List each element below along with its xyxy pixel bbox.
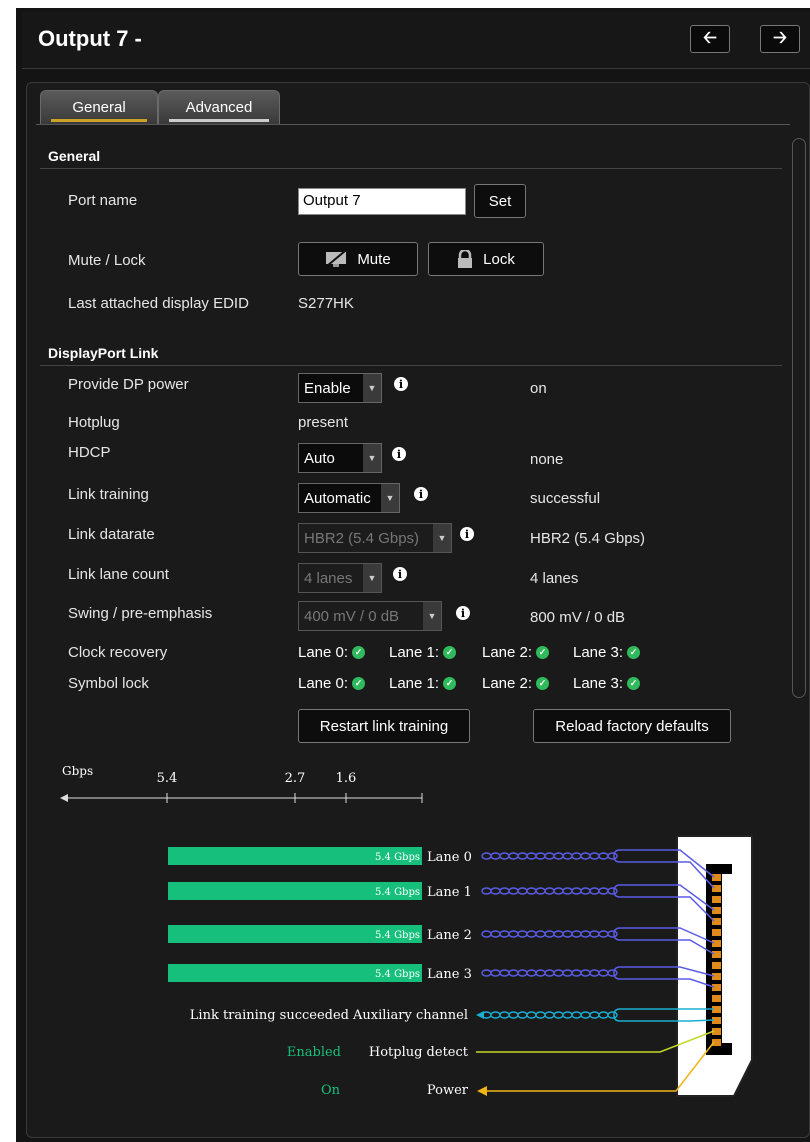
- tab-underline: [169, 119, 269, 122]
- lane-count-select[interactable]: 4 lanes ▼: [298, 563, 382, 593]
- chevron-down-icon: ▼: [363, 564, 381, 592]
- port-name-label: Port name: [68, 192, 138, 209]
- mute-button[interactable]: Mute: [298, 242, 418, 276]
- lock-label: Lock: [483, 250, 515, 268]
- hdcp-label: HDCP: [68, 444, 111, 461]
- info-icon[interactable]: i: [392, 447, 406, 461]
- link-training-label: Link training: [68, 486, 149, 503]
- hotplug-value: present: [298, 414, 349, 431]
- edid-label: Last attached display EDID: [68, 295, 249, 312]
- swing-status: 800 mV / 0 dB: [530, 609, 626, 626]
- swing-label: Swing / pre-emphasis: [68, 605, 213, 622]
- set-button[interactable]: Set: [474, 184, 526, 218]
- section-title-general: General: [48, 148, 101, 164]
- check-icon: ✓: [352, 646, 366, 659]
- mute-lock-label: Mute / Lock: [68, 252, 146, 269]
- lane-count-status: 4 lanes: [530, 570, 579, 587]
- check-icon: ✓: [536, 646, 550, 659]
- reload-factory-defaults-button[interactable]: Reload factory defaults: [533, 709, 731, 743]
- symbol-lock-label: Symbol lock: [68, 675, 149, 692]
- tab-general[interactable]: General: [40, 90, 158, 124]
- link-datarate-label: Link datarate: [68, 526, 155, 543]
- hdcp-status: none: [530, 451, 564, 468]
- info-icon[interactable]: i: [393, 567, 407, 581]
- symbol-lane-1: Lane 1: ✓: [389, 675, 457, 692]
- edid-value: S277HK: [298, 295, 354, 312]
- select-value: Auto: [304, 449, 335, 467]
- symbol-lane-0: Lane 0: ✓: [298, 675, 366, 692]
- restart-link-training-button[interactable]: Restart link training: [298, 709, 470, 743]
- tab-label: General: [72, 99, 126, 116]
- info-icon[interactable]: i: [456, 606, 470, 620]
- clock-lane-0: Lane 0: ✓: [298, 644, 366, 661]
- select-value: 4 lanes: [304, 569, 353, 587]
- link-datarate-status: HBR2 (5.4 Gbps): [530, 530, 646, 547]
- link-datarate-select[interactable]: HBR2 (5.4 Gbps) ▼: [298, 523, 452, 553]
- symbol-lane-2: Lane 2: ✓: [482, 675, 550, 692]
- port-name-input[interactable]: Output 7: [298, 188, 466, 215]
- hotplug-label: Hotplug: [68, 414, 120, 431]
- lane-count-label: Link lane count: [68, 566, 169, 583]
- header: Output 7 - 🡠 🡢: [22, 12, 810, 69]
- tab-divider: [36, 124, 790, 125]
- mute-label: Mute: [357, 250, 391, 268]
- info-icon[interactable]: i: [414, 487, 428, 501]
- clock-lane-3: Lane 3: ✓: [573, 644, 641, 661]
- clock-lane-2: Lane 2: ✓: [482, 644, 550, 661]
- info-icon[interactable]: i: [460, 527, 474, 541]
- select-value: Automatic: [304, 489, 371, 507]
- select-value: Enable: [304, 379, 351, 397]
- chevron-down-icon: ▼: [363, 444, 381, 472]
- check-icon: ✓: [536, 677, 550, 690]
- symbol-lane-3: Lane 3: ✓: [573, 675, 641, 692]
- tab-underline: [51, 119, 147, 122]
- chevron-down-icon: ▼: [381, 484, 399, 512]
- lock-icon: [458, 250, 473, 268]
- tab-advanced[interactable]: Advanced: [158, 90, 280, 124]
- clock-recovery-label: Clock recovery: [68, 644, 168, 661]
- select-value: 400 mV / 0 dB: [304, 607, 400, 625]
- check-icon: ✓: [627, 646, 641, 659]
- select-value: HBR2 (5.4 Gbps): [304, 529, 420, 547]
- arrow-right-icon: 🡢: [773, 27, 787, 47]
- section-divider: [40, 365, 782, 366]
- info-icon[interactable]: i: [394, 377, 408, 391]
- clock-lane-1: Lane 1: ✓: [389, 644, 457, 661]
- back-button[interactable]: 🡠: [690, 25, 730, 53]
- link-training-select[interactable]: Automatic ▼: [298, 483, 400, 513]
- dp-power-label: Provide DP power: [68, 376, 189, 393]
- chevron-down-icon: ▼: [423, 602, 441, 630]
- tab-label: Advanced: [185, 99, 253, 116]
- chevron-down-icon: ▼: [433, 524, 451, 552]
- section-divider: [40, 168, 782, 169]
- arrow-left-icon: 🡠: [703, 27, 717, 47]
- forward-button[interactable]: 🡢: [760, 25, 800, 53]
- scrollbar[interactable]: [792, 138, 806, 698]
- dp-power-select[interactable]: Enable ▼: [298, 373, 382, 403]
- page-title: Output 7 -: [38, 26, 142, 51]
- check-icon: ✓: [352, 677, 366, 690]
- check-icon: ✓: [443, 677, 457, 690]
- swing-select[interactable]: 400 mV / 0 dB ▼: [298, 601, 442, 631]
- section-title-displayport: DisplayPort Link: [48, 345, 159, 361]
- check-icon: ✓: [627, 677, 641, 690]
- hdcp-select[interactable]: Auto ▼: [298, 443, 382, 473]
- dp-power-status: on: [530, 380, 547, 397]
- check-icon: ✓: [443, 646, 457, 659]
- lock-button[interactable]: Lock: [428, 242, 544, 276]
- link-training-status: successful: [530, 490, 601, 507]
- chevron-down-icon: ▼: [363, 374, 381, 402]
- mute-icon: [326, 250, 347, 267]
